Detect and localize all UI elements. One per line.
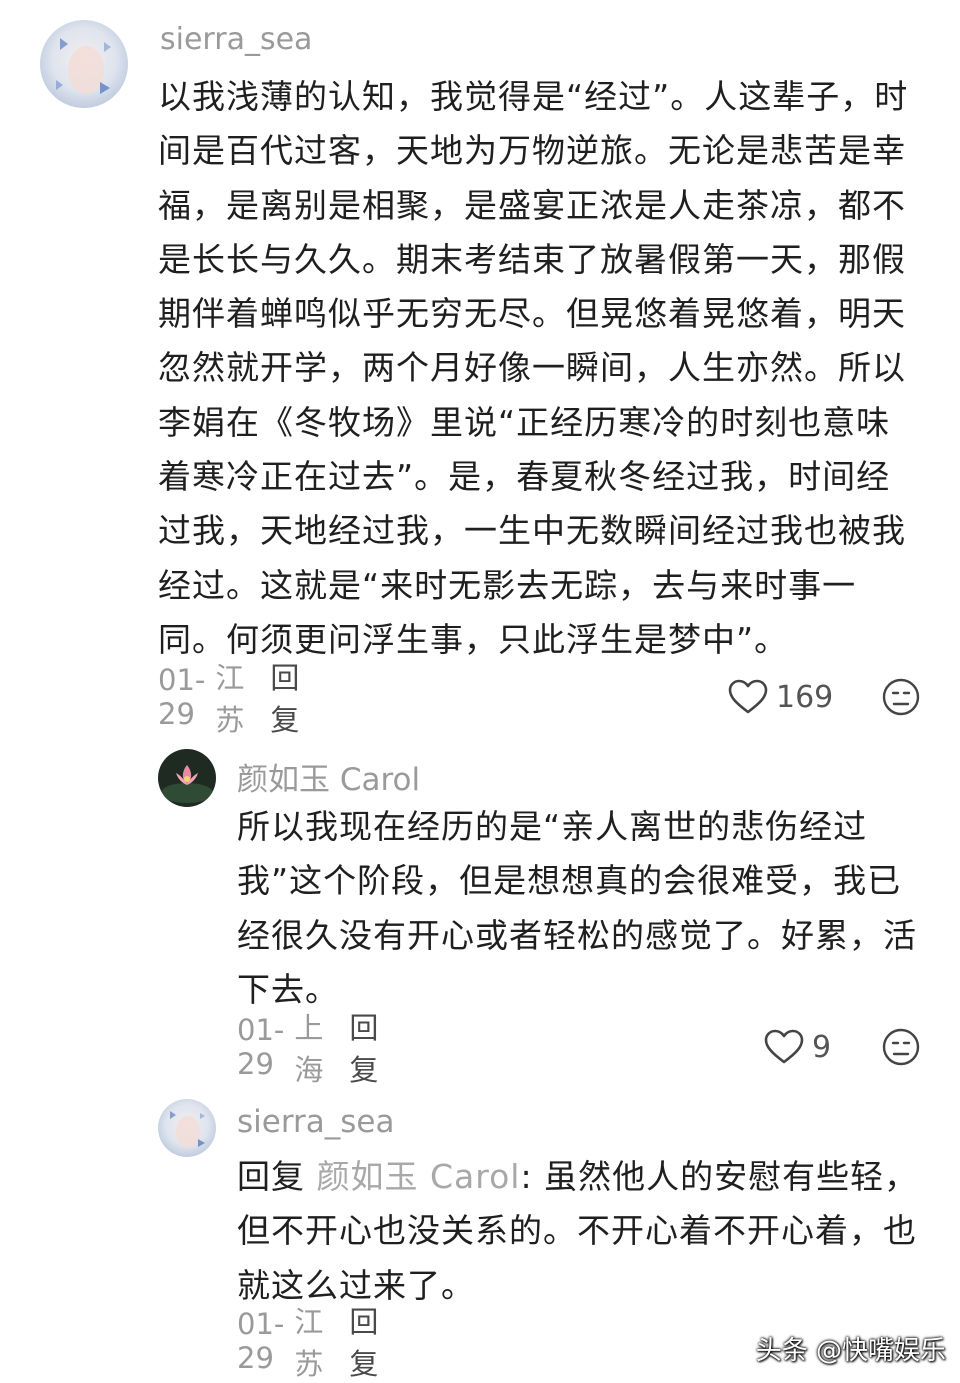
butterfly-avatar-icon[interactable]: [40, 20, 128, 108]
reply-target-username[interactable]: 颜如玉 Carol: [317, 1157, 521, 1196]
reply-button[interactable]: 回复: [270, 655, 299, 739]
dislike-face-icon[interactable]: [882, 678, 920, 720]
reply-button[interactable]: 回复: [349, 1005, 378, 1089]
heart-icon: [764, 1029, 804, 1064]
comment-username[interactable]: sierra_sea: [160, 22, 312, 57]
watermark: 头条 @快嘴娱乐: [755, 1336, 946, 1366]
reply-username[interactable]: sierra_sea: [237, 1104, 395, 1140]
reply-location: 江苏: [294, 1305, 324, 1381]
heart-icon: [728, 679, 768, 714]
reply-meta: 01-29 上海 回复: [237, 1011, 378, 1087]
comment-location: 江苏: [215, 661, 245, 737]
butterfly-avatar-icon[interactable]: [158, 1099, 216, 1157]
reply-date: 01-29: [237, 1013, 285, 1081]
like-button[interactable]: 9: [764, 1022, 831, 1072]
like-count: 9: [812, 1029, 832, 1065]
reply-text: 所以我现在经历的是“亲人离世的悲伤经过我”这个阶段，但是想想真的会很难受，我已经…: [237, 807, 917, 1009]
reply-prefix: 回复: [237, 1157, 305, 1196]
like-button[interactable]: 169: [728, 672, 833, 722]
like-count: 169: [776, 679, 834, 715]
lotus-avatar-icon[interactable]: [158, 749, 216, 807]
comment-meta: 01-29 江苏 回复: [158, 661, 299, 737]
reply-username[interactable]: 颜如玉 Carol: [237, 754, 420, 799]
dislike-face-icon[interactable]: [882, 1028, 920, 1070]
reply-text: 回复 颜如玉 Carol: 虽然他人的安慰有些轻，但不开心也没关系的。不开心着不…: [237, 1150, 923, 1313]
reply-button[interactable]: 回复: [349, 1299, 378, 1383]
comment-text: 以我浅薄的认知，我觉得是“经过”。人这辈子，时间是百代过客，天地为万物逆旅。无论…: [158, 77, 909, 659]
comment-date: 01-29: [158, 663, 206, 731]
reply-meta: 01-29 江苏 回复: [237, 1305, 378, 1381]
reply-date: 01-29: [237, 1307, 285, 1375]
reply-location: 上海: [294, 1011, 324, 1087]
